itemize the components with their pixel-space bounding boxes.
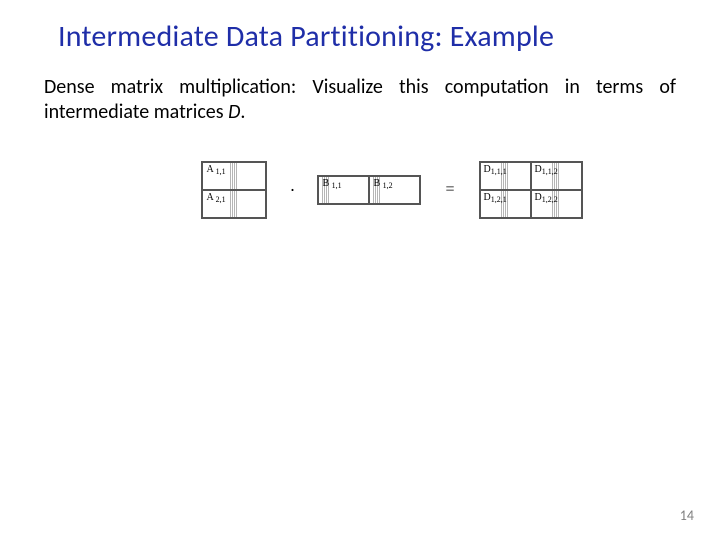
body-pre: Dense matrix multiplication: Visualize t…: [44, 75, 676, 124]
hatch-stripe: [230, 162, 238, 190]
matrix-a-cell: A 1,1: [202, 162, 266, 190]
matrix-d-cell: D1,2,2: [531, 190, 582, 218]
cell-label: B 1,2: [373, 178, 392, 189]
matrix-a: A 1,1 A 2,1: [201, 161, 267, 219]
cell-label: B 1,1: [322, 178, 341, 189]
dot-operator: ·: [283, 180, 301, 201]
matrix-d-cell: D1,2,1: [480, 190, 531, 218]
page-number: 14: [680, 507, 694, 524]
body-text: Dense matrix multiplication: Visualize t…: [44, 75, 676, 125]
matrix-d-cell: D1,1,1: [480, 162, 531, 190]
matrix-a-cell: A 2,1: [202, 190, 266, 218]
matrix-d: D1,1,1 D1,1,2 D1,2,1 D1,2,2: [479, 161, 583, 219]
slide-title: Intermediate Data Partitioning: Example: [58, 18, 676, 55]
matrix-b: B 1,1 B 1,2: [317, 175, 421, 205]
body-post: .: [240, 100, 245, 124]
matrix-d-cell: D1,1,2: [531, 162, 582, 190]
matrix-b-cell: B 1,2: [369, 176, 420, 204]
hatch-stripe: [230, 190, 238, 218]
cell-label: A 1,1: [206, 164, 225, 175]
equals-operator: =: [437, 181, 462, 199]
cell-label: D1,2,1: [484, 192, 507, 203]
cell-label: D1,1,2: [535, 164, 558, 175]
body-italic: D: [228, 100, 240, 124]
slide: Intermediate Data Partitioning: Example …: [0, 0, 720, 540]
cell-label: D1,1,1: [484, 164, 507, 175]
matrix-b-cell: B 1,1: [318, 176, 369, 204]
matrix-diagram: A 1,1 A 2,1 · B 1,1 B 1,2 = D1,1,1: [108, 161, 676, 219]
cell-label: D1,2,2: [535, 192, 558, 203]
cell-label: A 2,1: [206, 192, 225, 203]
